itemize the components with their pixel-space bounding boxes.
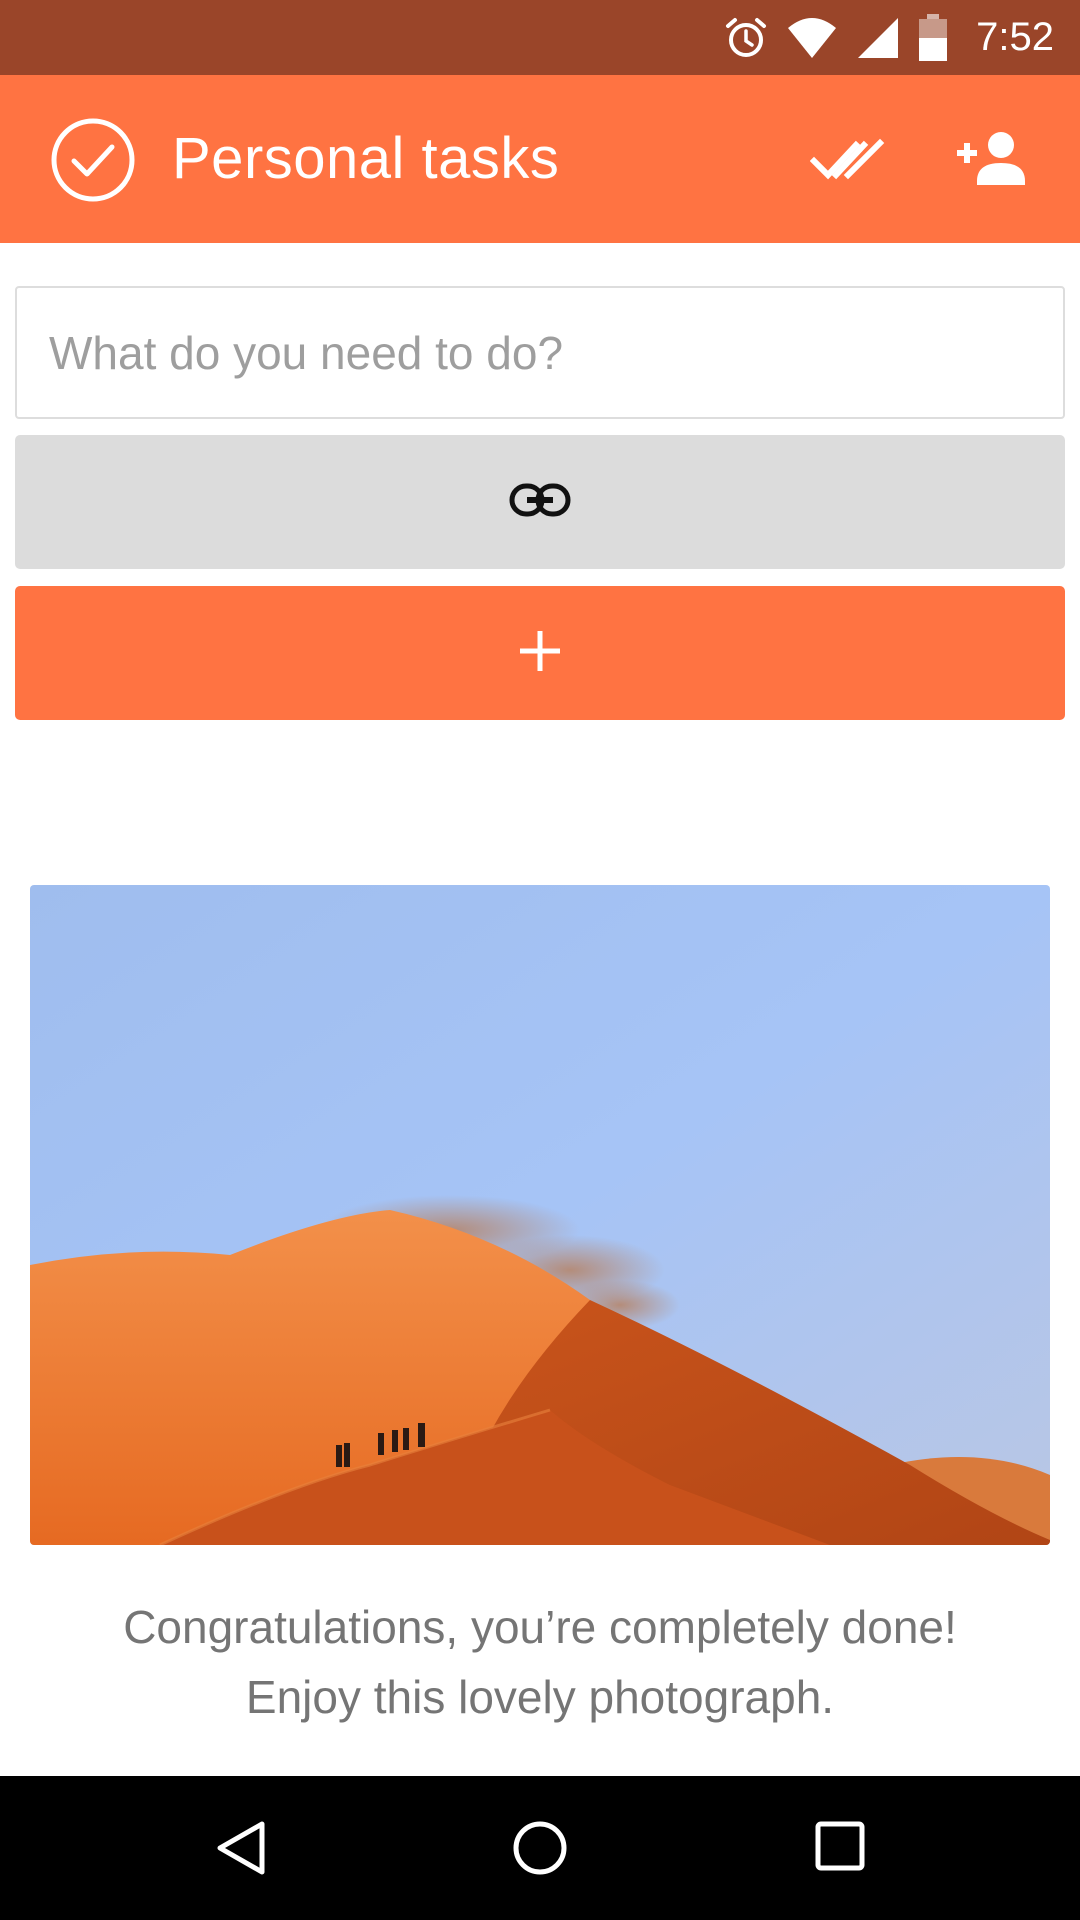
task-input[interactable] [15, 286, 1065, 419]
navigation-bar [0, 1776, 1080, 1920]
back-icon[interactable] [212, 1818, 268, 1883]
alarm-icon [724, 16, 768, 60]
desert-photo [30, 885, 1050, 1545]
completion-message: Congratulations, you’re completely done!… [0, 1592, 1080, 1732]
link-icon [509, 483, 571, 522]
app-bar: Personal tasks [0, 75, 1080, 243]
add-task-button[interactable] [15, 586, 1065, 720]
check-circle-icon [50, 117, 136, 208]
plus-icon [516, 627, 564, 680]
page-title: Personal tasks [172, 126, 560, 191]
status-bar: 7:52 [0, 0, 1080, 75]
home-icon[interactable] [510, 1818, 570, 1883]
recents-icon[interactable] [814, 1818, 866, 1879]
add-link-button[interactable] [15, 435, 1065, 569]
status-time: 7:52 [976, 15, 1054, 59]
signal-icon [856, 16, 900, 60]
completion-message-line-2: Enjoy this lovely photograph. [245, 1671, 835, 1723]
add-person-icon[interactable] [955, 123, 1029, 200]
completion-message-line-1: Congratulations, you’re completely done! [123, 1601, 957, 1653]
wifi-icon [786, 16, 838, 60]
mark-all-done-icon[interactable] [809, 123, 886, 200]
battery-icon [918, 13, 948, 62]
